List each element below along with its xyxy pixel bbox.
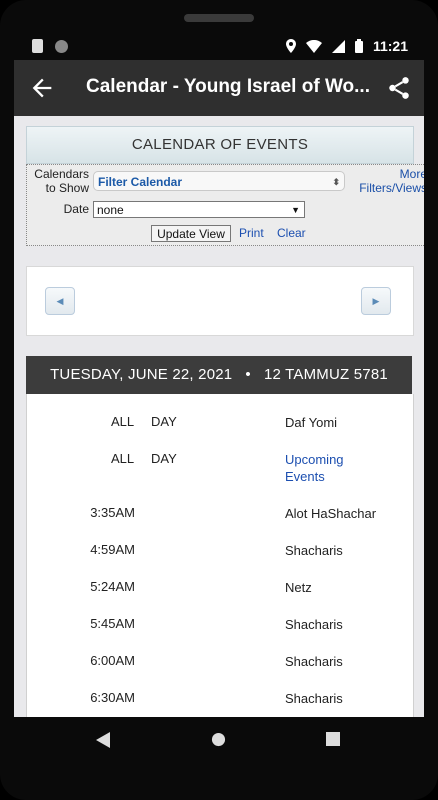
- back-triangle-icon[interactable]: [96, 732, 110, 748]
- filter-panel: Calendars to Show Filter Calendar ⬍ More Fi…: [26, 164, 424, 246]
- print-link[interactable]: Print: [239, 226, 264, 240]
- date-label: Date: [63, 202, 89, 216]
- page-title: Calendar - Young Israel of Wo...: [86, 76, 370, 97]
- upcoming-events-link[interactable]: Upcoming Events: [285, 451, 365, 485]
- phone-frame: 11:21 Calendar - Young Israel of Wo... C…: [0, 0, 438, 800]
- event-name: Shacharis: [285, 617, 343, 632]
- prev-day-button[interactable]: ◀: [45, 287, 75, 315]
- more-filters-link[interactable]: More Filters/Views: [353, 167, 424, 195]
- status-bar: 11:21: [14, 34, 424, 60]
- recents-square-icon[interactable]: [326, 732, 340, 746]
- event-time-day: DAY: [151, 451, 177, 466]
- updown-icon: ⬍: [332, 177, 340, 187]
- day-header: TUESDAY, JUNE 22, 2021 • 12 TAMMUZ 5781: [26, 356, 412, 394]
- event-time-all: ALL: [111, 451, 135, 466]
- share-icon[interactable]: [386, 75, 412, 101]
- location-icon: [285, 39, 296, 53]
- event-name: Netz: [285, 580, 312, 595]
- date-select[interactable]: none ▼: [93, 201, 305, 218]
- filter-calendar-select[interactable]: Filter Calendar ⬍: [93, 171, 345, 191]
- event-time: 3:35AM: [90, 505, 135, 520]
- wifi-icon: [305, 39, 322, 53]
- month-nav-panel: ◀ ▶: [26, 266, 414, 336]
- update-view-button[interactable]: Update View: [151, 225, 231, 242]
- event-time-all: ALL: [111, 414, 135, 429]
- clock: 11:21: [372, 38, 408, 54]
- clear-link[interactable]: Clear: [277, 226, 306, 240]
- event-name: Alot HaShachar: [285, 506, 377, 521]
- event-time: 6:30AM: [90, 690, 135, 705]
- battery-icon: [354, 39, 363, 53]
- event-time-day: DAY: [151, 414, 177, 429]
- chevron-left-icon: ◀: [56, 296, 64, 306]
- signal-icon: [331, 39, 345, 53]
- calendar-header: CALENDAR OF EVENTS: [26, 126, 414, 164]
- arrow-left-icon[interactable]: [28, 74, 56, 102]
- events-list: ALL DAY Daf Yomi ALL DAY Upcoming Events…: [26, 394, 414, 717]
- event-name: Shacharis: [285, 654, 343, 669]
- app-bar: Calendar - Young Israel of Wo...: [14, 60, 424, 116]
- system-nav-bar: [14, 717, 424, 765]
- chevron-right-icon: ▶: [372, 296, 380, 306]
- event-name: Shacharis: [285, 691, 343, 706]
- next-day-button[interactable]: ▶: [361, 287, 391, 315]
- event-time: 4:59AM: [90, 542, 135, 557]
- event-time: 5:45AM: [90, 616, 135, 631]
- dropdown-arrow-icon: ▼: [291, 205, 300, 215]
- event-name: Daf Yomi: [285, 415, 338, 430]
- circle-icon: [55, 39, 68, 53]
- event-time: 6:00AM: [90, 653, 135, 668]
- event-time: 5:24AM: [90, 579, 135, 594]
- event-name: Shacharis: [285, 543, 343, 558]
- home-circle-icon[interactable]: [211, 732, 226, 747]
- sd-card-icon: [32, 39, 43, 53]
- speaker-grille: [184, 14, 254, 22]
- calendars-label: Calendars to Show: [34, 167, 89, 195]
- webview-content[interactable]: CALENDAR OF EVENTS Calendars to Show Filt…: [14, 116, 424, 717]
